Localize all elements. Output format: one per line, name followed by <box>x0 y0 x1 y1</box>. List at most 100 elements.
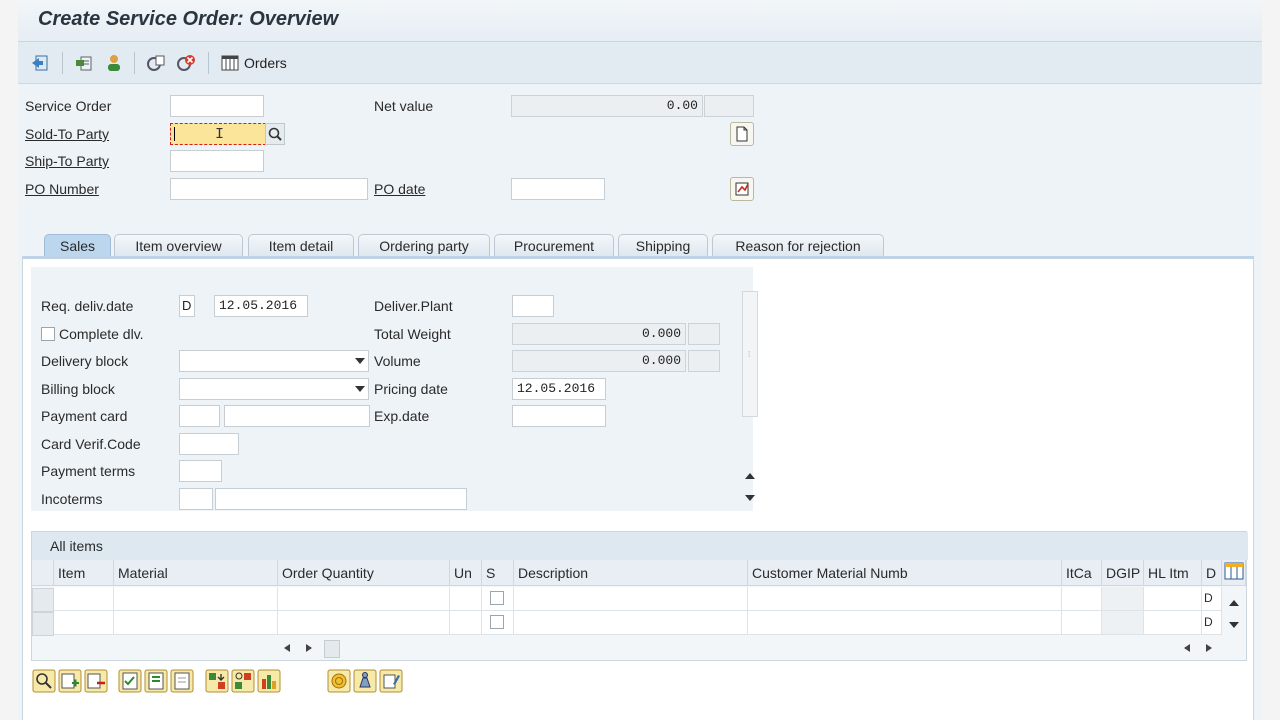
table-cell[interactable] <box>514 587 748 611</box>
tab-item-detail[interactable]: Item detail <box>248 234 354 258</box>
table-cell[interactable] <box>1062 587 1102 611</box>
scroll-left-arrow-icon[interactable] <box>284 644 290 652</box>
table-cell-d[interactable]: D <box>1202 611 1222 635</box>
tab-procurement[interactable]: Procurement <box>494 234 614 258</box>
service-order-field[interactable] <box>170 95 264 117</box>
tab-ordering-party[interactable]: Ordering party <box>358 234 490 258</box>
horizontal-scroll-thumb[interactable] <box>324 640 340 658</box>
insert-row-icon[interactable] <box>58 669 82 693</box>
pricing-date-field[interactable]: 12.05.2016 <box>512 378 606 400</box>
tab-reason-for-rejection[interactable]: Reason for rejection <box>712 234 884 258</box>
column-header-hl-itm[interactable]: HL Itm <box>1144 560 1202 586</box>
column-header-material[interactable]: Material <box>114 560 278 586</box>
table-cell[interactable] <box>54 587 114 611</box>
sales-vertical-scrollbar[interactable]: ⁞ <box>742 291 758 417</box>
po-date-field[interactable] <box>511 178 605 200</box>
item-text-icon[interactable] <box>379 669 403 693</box>
column-header-itca[interactable]: ItCa <box>1062 560 1102 586</box>
sort-descending-icon[interactable] <box>231 669 255 693</box>
cancel-icon[interactable] <box>176 53 196 73</box>
table-cell[interactable] <box>1062 611 1102 635</box>
row-checkbox[interactable] <box>490 615 504 629</box>
scroll-down-arrow-icon[interactable] <box>745 495 755 501</box>
pricing-icon[interactable] <box>327 669 351 693</box>
row-selector[interactable] <box>32 588 54 612</box>
header-data-icon[interactable] <box>74 53 94 73</box>
delivery-block-dropdown[interactable] <box>179 350 369 372</box>
row-checkbox[interactable] <box>490 591 504 605</box>
filter-icon[interactable] <box>257 669 281 693</box>
table-scroll-down-icon[interactable] <box>1229 622 1239 628</box>
table-cell[interactable] <box>450 587 482 611</box>
sort-ascending-icon[interactable] <box>205 669 229 693</box>
tab-shipping[interactable]: Shipping <box>618 234 708 258</box>
req-deliv-date-field[interactable]: 12.05.2016 <box>214 295 308 317</box>
chevron-down-icon <box>355 386 365 392</box>
payment-card-number-field[interactable] <box>224 405 370 427</box>
row-selector-header[interactable] <box>32 560 54 586</box>
table-cell[interactable] <box>748 587 1062 611</box>
scroll-right-arrow-icon[interactable] <box>1206 644 1212 652</box>
table-cell[interactable] <box>1144 587 1202 611</box>
net-value-field: 0.00 <box>511 95 703 117</box>
deselect-all-icon[interactable] <box>170 669 194 693</box>
column-header-item[interactable]: Item <box>54 560 114 586</box>
column-header-customer-material-number[interactable]: Customer Material Numb <box>748 560 1062 586</box>
table-cell[interactable] <box>1144 611 1202 635</box>
payment-terms-field[interactable] <box>179 460 222 482</box>
exit-icon[interactable] <box>30 53 50 73</box>
table-cell[interactable] <box>278 611 450 635</box>
complete-dlv-checkbox[interactable] <box>41 327 55 341</box>
table-cell-d[interactable]: D <box>1202 587 1222 611</box>
table-cell[interactable] <box>54 611 114 635</box>
scroll-right-arrow-icon[interactable] <box>306 644 312 652</box>
service-order-label: Service Order <box>25 98 112 114</box>
right-edge <box>1262 0 1280 720</box>
po-number-field[interactable] <box>170 178 368 200</box>
table-cell[interactable] <box>514 611 748 635</box>
orders-button[interactable]: Orders <box>220 52 287 74</box>
table-cell[interactable] <box>748 611 1062 635</box>
payment-card-type-field[interactable] <box>179 405 220 427</box>
table-cell[interactable] <box>450 611 482 635</box>
table-columns-icon <box>221 55 239 71</box>
total-weight-label: Total Weight <box>374 326 451 342</box>
card-verif-code-field[interactable] <box>179 433 239 455</box>
partner-icon[interactable] <box>104 53 124 73</box>
ship-to-party-field[interactable] <box>170 150 264 172</box>
exp-date-field[interactable] <box>512 405 606 427</box>
table-settings-button[interactable] <box>1222 560 1246 586</box>
scroll-up-arrow-icon[interactable] <box>745 473 755 479</box>
mouse-cursor-icon: I <box>215 126 225 143</box>
display-document-button[interactable] <box>730 177 754 201</box>
delete-row-icon[interactable] <box>84 669 108 693</box>
sold-to-party-search-button[interactable] <box>265 123 285 145</box>
column-header-description[interactable]: Description <box>514 560 748 586</box>
tab-sales[interactable]: Sales <box>44 234 111 258</box>
table-cell[interactable] <box>114 587 278 611</box>
display-doc-flow-icon[interactable] <box>146 53 166 73</box>
billing-block-dropdown[interactable] <box>179 378 369 400</box>
column-header-un[interactable]: Un <box>450 560 482 586</box>
select-block-icon[interactable] <box>144 669 168 693</box>
table-cell[interactable] <box>114 611 278 635</box>
sold-to-party-field[interactable]: I <box>170 123 266 145</box>
scroll-left-arrow-icon[interactable] <box>1184 644 1190 652</box>
column-header-order-quantity[interactable]: Order Quantity <box>278 560 450 586</box>
column-header-s[interactable]: S <box>482 560 514 586</box>
column-header-dgip[interactable]: DGIP <box>1102 560 1144 586</box>
item-details-icon[interactable] <box>32 669 56 693</box>
table-cell[interactable] <box>278 587 450 611</box>
document-button[interactable] <box>730 122 754 146</box>
table-scroll-up-icon[interactable] <box>1229 600 1239 606</box>
table-cell <box>482 587 514 611</box>
column-header-d[interactable]: D <box>1202 560 1222 586</box>
row-selector[interactable] <box>32 612 54 636</box>
configuration-icon[interactable] <box>353 669 377 693</box>
deliver-plant-field[interactable] <box>512 295 554 317</box>
incoterms-field[interactable] <box>179 488 213 510</box>
req-deliv-date-format-field[interactable]: D <box>179 295 195 317</box>
incoterms-location-field[interactable] <box>215 488 467 510</box>
select-all-icon[interactable] <box>118 669 142 693</box>
tab-item-overview[interactable]: Item overview <box>114 234 243 258</box>
